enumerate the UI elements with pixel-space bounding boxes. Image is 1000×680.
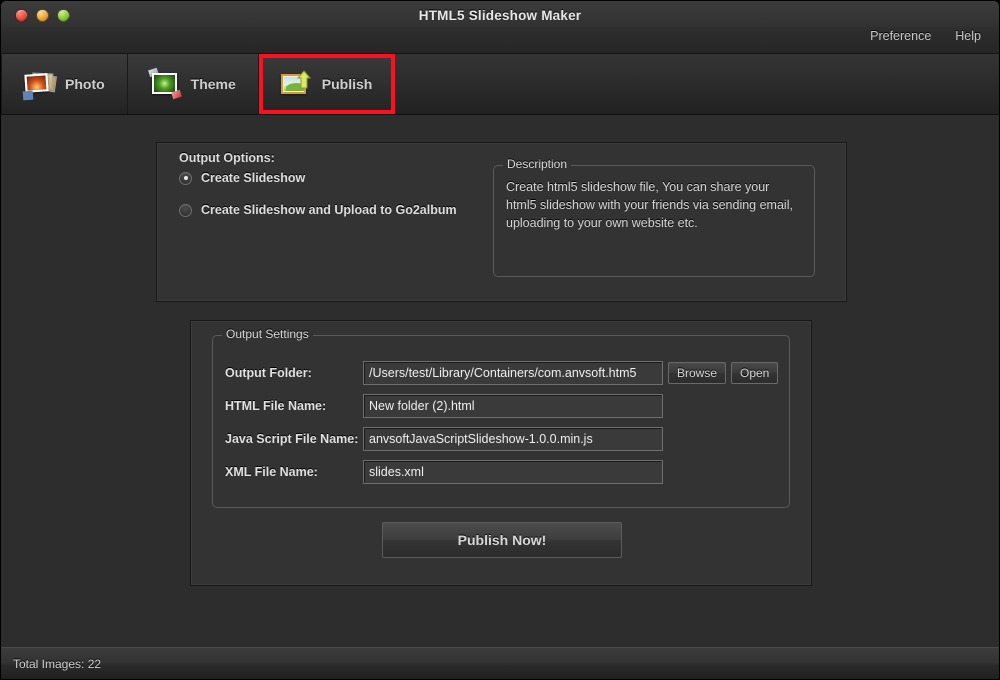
- content-area: Output Options: Create Slideshow Create …: [1, 115, 999, 647]
- browse-button[interactable]: Browse: [668, 362, 726, 384]
- tab-photo[interactable]: Photo: [1, 54, 128, 114]
- window-title: HTML5 Slideshow Maker: [1, 8, 999, 23]
- main-toolbar: Photo Theme Publish: [1, 54, 999, 115]
- radio-create-slideshow[interactable]: Create Slideshow: [179, 171, 305, 185]
- output-folder-input[interactable]: [363, 361, 663, 385]
- menu-preference[interactable]: Preference: [870, 29, 931, 43]
- html-file-name-input[interactable]: [363, 394, 663, 418]
- status-bar: Total Images: 22: [1, 647, 999, 680]
- title-bar: HTML5 Slideshow Maker Preference Help: [1, 1, 999, 54]
- xml-file-name-input[interactable]: [363, 460, 663, 484]
- description-legend: Description: [503, 157, 571, 171]
- js-file-name-input[interactable]: [363, 427, 663, 451]
- output-options-panel: Output Options: Create Slideshow Create …: [156, 142, 847, 302]
- field-xml-file-name-label: XML File Name:: [225, 465, 318, 479]
- publish-now-button[interactable]: Publish Now!: [382, 522, 622, 558]
- tab-publish-label: Publish: [322, 76, 373, 92]
- publish-upload-icon: [281, 70, 313, 98]
- menu-help[interactable]: Help: [955, 29, 981, 43]
- description-text: Create html5 slideshow file, You can sha…: [506, 178, 802, 232]
- photo-stack-icon: [24, 70, 56, 98]
- top-menu: Preference Help: [870, 29, 981, 43]
- description-group: Description Create html5 slideshow file,…: [493, 165, 815, 277]
- field-html-file-name-label: HTML File Name:: [225, 399, 326, 413]
- tab-theme-label: Theme: [191, 76, 236, 92]
- field-xml-file-name: XML File Name:: [213, 459, 789, 485]
- radio-create-and-upload[interactable]: Create Slideshow and Upload to Go2album: [179, 203, 457, 217]
- toolbar-spacer: [395, 54, 999, 114]
- tab-publish[interactable]: Publish: [259, 54, 396, 114]
- field-js-file-name: Java Script File Name:: [213, 426, 789, 452]
- radio-create-slideshow-label: Create Slideshow: [201, 171, 305, 185]
- field-output-folder-label: Output Folder:: [225, 366, 312, 380]
- output-settings-group: Output Settings Output Folder: Browse Op…: [212, 335, 790, 508]
- radio-create-and-upload-label: Create Slideshow and Upload to Go2album: [201, 203, 457, 217]
- output-settings-legend: Output Settings: [222, 327, 313, 341]
- field-output-folder: Output Folder: Browse Open: [213, 360, 789, 386]
- radio-create-slideshow-indicator[interactable]: [179, 172, 192, 185]
- tab-photo-label: Photo: [65, 76, 105, 92]
- field-js-file-name-label: Java Script File Name:: [225, 432, 358, 446]
- field-html-file-name: HTML File Name:: [213, 393, 789, 419]
- app-window: HTML5 Slideshow Maker Preference Help Ph…: [0, 0, 1000, 680]
- total-images-status: Total Images: 22: [13, 657, 101, 671]
- output-settings-panel: Output Settings Output Folder: Browse Op…: [190, 320, 812, 586]
- output-options-title: Output Options:: [179, 151, 275, 165]
- theme-image-icon: [150, 70, 182, 98]
- upload-arrow-icon: [297, 70, 311, 90]
- open-button[interactable]: Open: [731, 362, 778, 384]
- radio-create-and-upload-indicator[interactable]: [179, 204, 192, 217]
- tab-theme[interactable]: Theme: [128, 54, 259, 114]
